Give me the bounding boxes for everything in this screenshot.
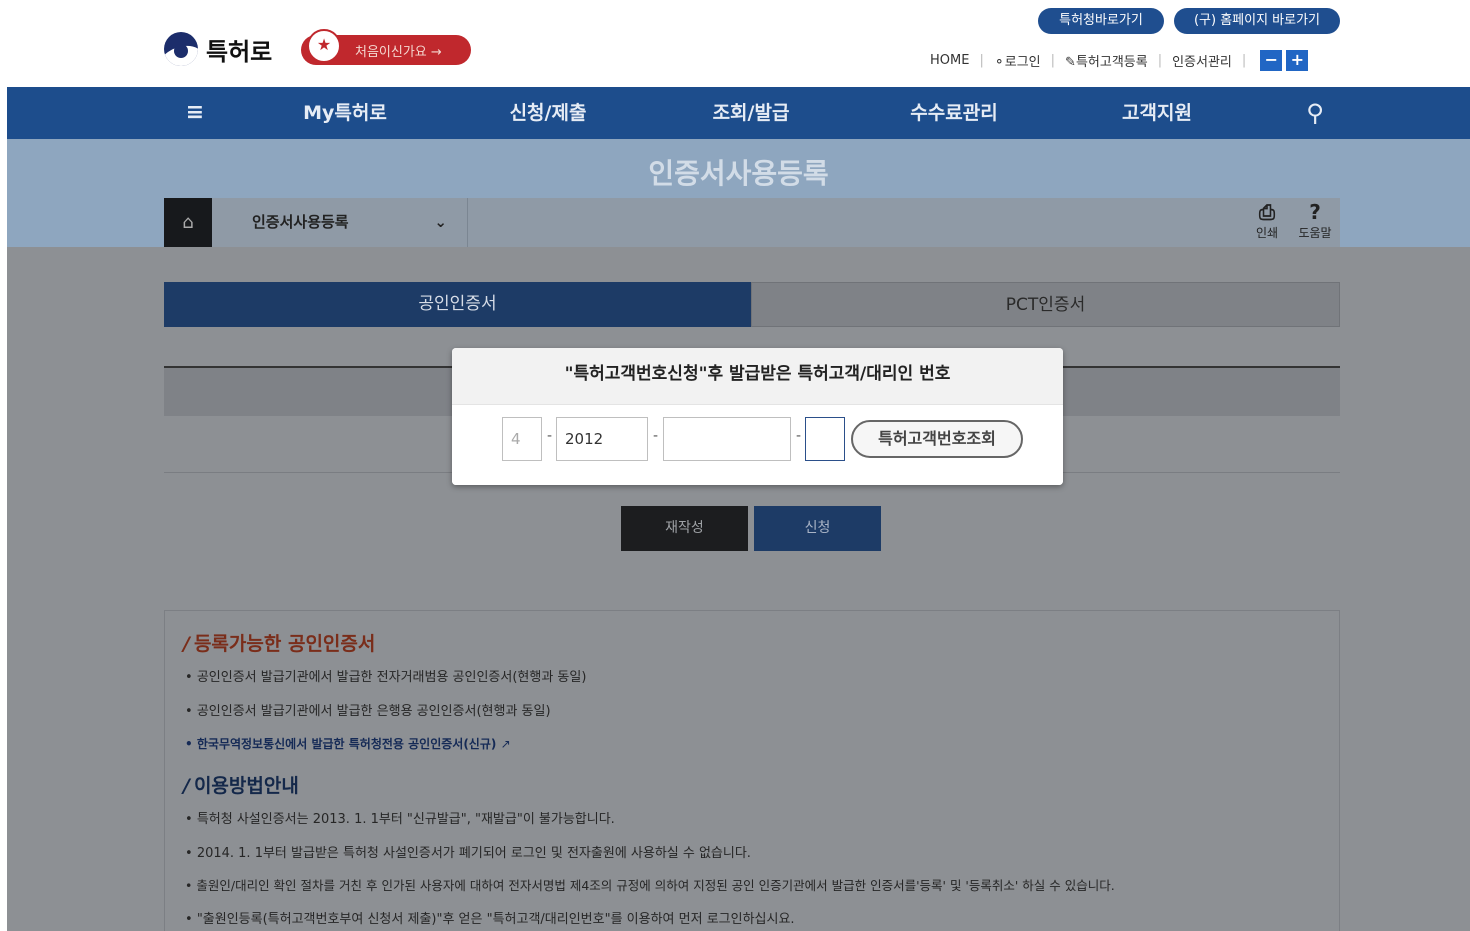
main-nav: ≡ My특허로 신청/제출 조회/발급 수수료관리 고객지원 ⚲ bbox=[7, 87, 1470, 139]
slash-icon: / bbox=[183, 775, 190, 797]
nav-inquiry-issue[interactable]: 조회/발급 bbox=[681, 87, 821, 139]
nav-customer-support[interactable]: 고객지원 bbox=[1087, 87, 1227, 139]
site-logo[interactable]: 특허로 bbox=[164, 31, 272, 67]
nav-fee-management[interactable]: 수수료관리 bbox=[884, 87, 1024, 139]
top-nav: HOME | ⚬로그인 | ✎특허고객등록 | 인증서관리 | − + bbox=[930, 49, 1309, 71]
list-item-text: "출원인등록(특허고객번호부여 신청서 제출)"후 얻은 "특허고객/대리인번호… bbox=[196, 912, 795, 927]
first-visit-button[interactable]: ★ 처음이신가요 → bbox=[301, 29, 471, 65]
divider: | bbox=[1157, 52, 1163, 68]
print-label: 인쇄 bbox=[1255, 226, 1279, 240]
info-box: / 등록가능한 공인인증서 • 공인인증서 발급기관에서 발급한 전자거래범용 공… bbox=[164, 610, 1340, 931]
all-menu-icon[interactable]: ≡ bbox=[175, 87, 215, 139]
divider: | bbox=[1050, 52, 1056, 68]
nav-my-patentro[interactable]: My특허로 bbox=[275, 87, 415, 139]
list-item: • 공인인증서 발급기관에서 발급한 은행용 공인인증서(현행과 동일) bbox=[185, 704, 551, 719]
certificate-manage-link[interactable]: 인증서관리 bbox=[1172, 51, 1232, 70]
list-item-text: 한국무역정보통신에서 발급한 특허청전용 공인인증서(신규) bbox=[196, 737, 497, 751]
list-item: • "출원인등록(특허고객번호부여 신청서 제출)"후 얻은 "특허고객/대리인… bbox=[185, 912, 795, 927]
page-title: 인증서사용등록 bbox=[648, 157, 829, 190]
divider: | bbox=[979, 52, 984, 68]
customer-number-check-field[interactable] bbox=[805, 417, 845, 461]
kipo-link-button[interactable]: 특허청바로가기 bbox=[1038, 8, 1164, 34]
customer-number-serial-field[interactable] bbox=[663, 417, 791, 461]
login-label: 로그인 bbox=[1004, 54, 1041, 70]
page: 특허로 ★ 처음이신가요 → 특허청바로가기 (구) 홈페이지 바로가기 HOM… bbox=[7, 4, 1470, 931]
nav-apply-submit[interactable]: 신청/제출 bbox=[478, 87, 618, 139]
list-item-text: 2014. 1. 1부터 발급받은 특허청 사설인증서가 폐기되어 로그인 및 … bbox=[196, 846, 751, 861]
ktnet-link[interactable]: • 한국무역정보통신에서 발급한 특허청전용 공인인증서(신규) ↗ bbox=[185, 735, 511, 752]
divider: | bbox=[1241, 52, 1247, 68]
slash-icon: / bbox=[183, 633, 190, 655]
chevron-down-icon: ⌄ bbox=[434, 213, 447, 231]
search-icon[interactable]: ⚲ bbox=[1297, 87, 1333, 139]
printer-icon: ⎙ bbox=[1259, 200, 1275, 224]
list-item: • 출원인/대리인 확인 절차를 거친 후 인가된 사용자에 대하여 전자서명법… bbox=[185, 878, 1115, 893]
first-visit-label: 처음이신가요 → bbox=[355, 44, 442, 60]
list-item-text: 공인인증서 발급기관에서 발급한 전자거래범용 공인인증서(현행과 동일) bbox=[196, 670, 587, 685]
breadcrumb-selected: 인증서사용등록 bbox=[252, 213, 349, 231]
section-title-usage-guide: / 이용방법안내 bbox=[183, 771, 299, 798]
customer-number-modal: "특허고객번호신청"후 발급받은 특허고객/대리인 번호 4 - 2012 - … bbox=[452, 348, 1063, 485]
dash: - bbox=[653, 428, 659, 444]
customer-register-label: 특허고객등록 bbox=[1075, 54, 1148, 70]
dash: - bbox=[547, 428, 553, 444]
list-item-text: 공인인증서 발급기관에서 발급한 은행용 공인인증서(현행과 동일) bbox=[196, 704, 551, 719]
list-item: • 2014. 1. 1부터 발급받은 특허청 사설인증서가 폐기되어 로그인 … bbox=[185, 846, 751, 861]
list-item: • 공인인증서 발급기관에서 발급한 전자거래범용 공인인증서(현행과 동일) bbox=[185, 670, 587, 685]
taegeuk-logo-icon bbox=[164, 32, 198, 66]
modal-title: "특허고객번호신청"후 발급받은 특허고객/대리인 번호 bbox=[452, 348, 1063, 404]
customer-register-link[interactable]: ✎특허고객등록 bbox=[1065, 51, 1148, 70]
print-button[interactable]: ⎙ 인쇄 bbox=[1245, 200, 1289, 246]
help-label: 도움말 bbox=[1298, 226, 1332, 240]
customer-number-prefix-field[interactable]: 4 bbox=[502, 417, 542, 461]
question-icon: ? bbox=[1309, 200, 1321, 224]
home-icon[interactable]: ⌂ bbox=[164, 198, 212, 247]
list-item-text: 특허청 사설인증서는 2013. 1. 1부터 "신규발급", "재발급"이 불… bbox=[196, 812, 615, 827]
old-homepage-link-button[interactable]: (구) 홈페이지 바로가기 bbox=[1174, 8, 1340, 34]
section-title-text: 이용방법안내 bbox=[193, 775, 299, 797]
zoom-out-button[interactable]: − bbox=[1260, 49, 1283, 71]
tab-pct-certificate[interactable]: PCT인증서 bbox=[751, 282, 1340, 327]
logo-text: 특허로 bbox=[206, 37, 273, 66]
help-button[interactable]: ? 도움말 bbox=[1293, 200, 1337, 246]
apply-button[interactable]: 신청 bbox=[754, 506, 881, 551]
user-icon: ⚬ bbox=[993, 54, 1005, 70]
tab-public-certificate[interactable]: 공인인증서 bbox=[164, 282, 751, 327]
reset-button[interactable]: 재작성 bbox=[621, 506, 748, 551]
zoom-in-button[interactable]: + bbox=[1286, 49, 1309, 71]
breadcrumb-dropdown[interactable]: 인증서사용등록 ⌄ bbox=[212, 198, 468, 247]
login-link[interactable]: ⚬로그인 bbox=[994, 51, 1041, 70]
list-item: • 특허청 사설인증서는 2013. 1. 1부터 "신규발급", "재발급"이… bbox=[185, 812, 615, 827]
section-title-text: 등록가능한 공인인증서 bbox=[193, 633, 376, 655]
list-item-text: 출원인/대리인 확인 절차를 거친 후 인가된 사용자에 대하여 전자서명법 제… bbox=[196, 878, 1115, 893]
customer-number-lookup-button[interactable]: 특허고객번호조회 bbox=[851, 420, 1023, 458]
customer-number-year-field[interactable]: 2012 bbox=[556, 417, 648, 461]
section-title-available-certs: / 등록가능한 공인인증서 bbox=[183, 629, 375, 656]
pencil-icon: ✎ bbox=[1065, 54, 1076, 70]
home-link[interactable]: HOME bbox=[930, 53, 969, 68]
external-link-icon: ↗ bbox=[500, 737, 511, 751]
dash: - bbox=[796, 428, 802, 444]
star-badge-icon: ★ bbox=[307, 29, 341, 63]
